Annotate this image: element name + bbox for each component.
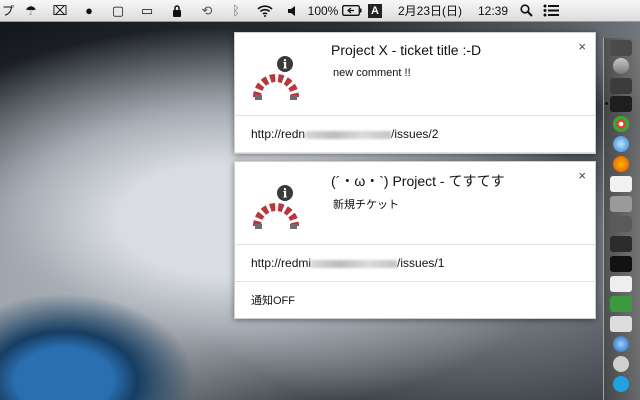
redacted-host [305,130,392,139]
notification-off-button[interactable]: 通知OFF [235,282,595,318]
skype-icon[interactable] [613,376,629,392]
notification-title: Project X - ticket title :-D [331,42,482,58]
input-method-label: A [368,3,382,18]
link-prefix: http://redmi [251,256,312,270]
svg-text:i: i [283,58,288,72]
redmine-logo-icon: i [253,185,299,229]
notification-body: 新規チケット [333,199,399,211]
battery-percent-label: 100% [307,3,339,18]
menu-bar: プ ☂ ⌧ ● ▢ ▭ ⟲ ᛒ 100% A 2月23日(日) 12:39 [0,0,640,22]
dock [603,38,640,400]
input-method-icon[interactable]: A [364,0,386,22]
notification-main[interactable]: i (´・ω・`) Project - てすてす 新規チケット × [235,162,595,245]
volume-icon[interactable] [280,0,306,22]
bluetooth-icon[interactable]: ᛒ [222,0,250,22]
firefox-icon[interactable] [613,156,629,172]
dock-running-dot [605,102,608,105]
evernote-icon[interactable] [610,296,632,312]
notification-card[interactable]: i (´・ω・`) Project - てすてす 新規チケット × http:/… [234,161,596,319]
safari-icon[interactable] [613,136,629,152]
redacted-host [311,259,398,268]
growl-icon[interactable]: ☂ [16,0,46,22]
amazon-icon[interactable] [610,256,632,272]
notification-body: new comment !! [333,67,411,79]
wifi-icon[interactable] [250,0,280,22]
dock-app-icon[interactable] [610,40,632,56]
chrome-icon[interactable] [613,116,629,132]
bowler-hat-icon[interactable]: ● [74,0,104,22]
calendar-icon[interactable] [610,176,632,192]
dock-app-icon[interactable] [610,316,632,332]
time-label: 12:39 [477,3,509,18]
app-menu-label: プ [1,4,14,18]
sync-icon[interactable] [613,356,629,372]
svg-text:i: i [283,187,288,201]
notification-card[interactable]: i Project X - ticket title :-D new comme… [234,32,596,154]
dock-app-icon[interactable] [610,216,632,232]
time-machine-icon[interactable]: ⟲ [192,0,222,22]
date-label: 2月23日(日) [397,4,462,18]
airplay-icon[interactable]: ▭ [132,0,162,22]
window-square-icon[interactable]: ▢ [104,0,132,22]
notification-link[interactable]: http://redmi/issues/1 [235,245,595,282]
lock-icon[interactable] [162,0,192,22]
notification-title: (´・ω・`) Project - てすてす [331,173,505,189]
link-suffix: /issues/2 [391,127,439,141]
app-menu-fragment[interactable]: プ [0,0,16,22]
close-icon[interactable]: × [578,39,586,54]
menubar-date[interactable]: 2月23日(日) [386,0,474,22]
spotlight-search-icon[interactable] [512,0,540,22]
close-icon[interactable]: × [578,168,586,183]
airdrop-icon[interactable]: ⌧ [46,0,74,22]
notification-link[interactable]: http://redn/issues/2 [235,116,595,153]
notification-main[interactable]: i Project X - ticket title :-D new comme… [235,33,595,116]
link-suffix: /issues/1 [397,256,445,270]
dock-app-icon[interactable] [610,78,632,94]
rocket-icon[interactable] [613,58,629,74]
link-prefix: http://redn [251,127,306,141]
redmine-logo-icon: i [253,56,299,100]
dock-app-icon[interactable] [613,336,629,352]
help-icon[interactable] [610,196,632,212]
menubar-clock[interactable]: 12:39 [474,0,512,22]
terminal-icon[interactable] [610,96,632,112]
battery-icon[interactable] [340,0,364,22]
battery-percent[interactable]: 100% [306,0,340,22]
dock-app-icon[interactable] [610,236,632,252]
document-icon[interactable] [610,276,632,292]
notification-center-icon[interactable] [540,0,562,22]
